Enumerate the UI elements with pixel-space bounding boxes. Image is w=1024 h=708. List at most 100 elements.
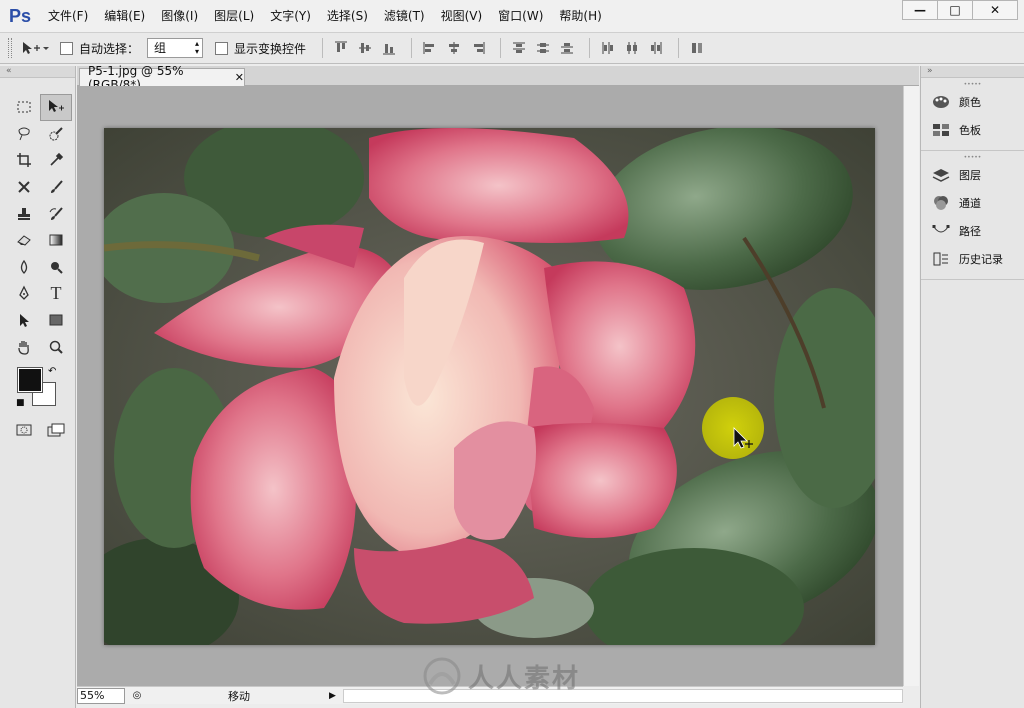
path-selection-icon[interactable] [8,307,40,334]
crop-icon[interactable] [8,147,40,174]
menu-type[interactable]: 文字(Y) [262,0,319,32]
panel-paths-label: 路径 [959,225,981,238]
separator [411,38,413,58]
distribute-bottom-icon[interactable] [557,38,577,58]
type-icon[interactable]: T [40,280,72,307]
panel-channels[interactable]: 通道 [921,189,1024,217]
color-palette-icon [931,93,951,111]
menu-window[interactable]: 窗口(W) [490,0,551,32]
menu-image[interactable]: 图像(I) [153,0,206,32]
panel-swatches[interactable]: 色板 [921,116,1024,144]
menu-file[interactable]: 文件(F) [40,0,96,32]
minimize-button[interactable]: — [902,0,938,20]
panel-history[interactable]: 历史记录 [921,245,1024,273]
menu-help[interactable]: 帮助(H) [551,0,609,32]
menu-layer[interactable]: 图层(L) [206,0,262,32]
quick-selection-icon[interactable] [40,121,72,148]
eraser-icon[interactable] [8,227,40,254]
align-vertical-centers-icon[interactable] [355,38,375,58]
move-icon[interactable] [40,94,72,121]
document-tab[interactable]: P5-1.jpg @ 55%(RGB/8*) ✕ [79,64,245,92]
blur-icon[interactable] [8,254,40,281]
align-horizontal-centers-icon[interactable] [444,38,464,58]
panel-channels-label: 通道 [959,197,981,210]
watermark-text: 人人素材 [468,663,581,694]
status-menu-arrow-icon[interactable]: ▶ [329,691,339,701]
panel-swatches-label: 色板 [959,124,981,137]
status-text: 移动 [228,689,250,703]
tools-panel-collapse-icon[interactable]: « [0,66,75,78]
distribute-top-icon[interactable] [509,38,529,58]
menu-bar: Ps 文件(F) 编辑(E) 图像(I) 图层(L) 文字(Y) 选择(S) 滤… [0,0,1024,32]
swatches-icon [931,121,951,139]
vertical-scrollbar[interactable] [903,86,919,686]
auto-select-dropdown[interactable]: 组 ▴ ▾ [147,38,204,58]
panel-layers-label: 图层 [959,169,981,182]
maximize-button[interactable]: □ [937,0,973,20]
color-swatches: ↶ ■ [16,366,60,412]
history-brush-icon[interactable] [40,200,72,227]
distribute-right-icon[interactable] [646,38,666,58]
align-left-edges-icon[interactable] [420,38,440,58]
document-image[interactable] [104,128,875,645]
menu-filter[interactable]: 滤镜(T) [376,0,433,32]
distribute-horizontal-centers-icon[interactable] [622,38,642,58]
options-bar-grip[interactable] [8,38,12,58]
pen-icon[interactable] [8,280,40,307]
separator [500,38,502,58]
mode-row [8,418,72,442]
hand-icon[interactable] [8,333,40,360]
status-info-icon[interactable]: ◎ [129,688,145,704]
move-tool-preset-icon [23,42,49,54]
brush-icon[interactable] [40,174,72,201]
separator [322,38,324,58]
window-controls: — □ ✕ [902,0,1018,20]
auto-select-checkbox[interactable] [60,41,73,55]
history-icon [931,250,951,268]
rectangle-shape-icon[interactable] [40,307,72,334]
canvas-area[interactable] [77,86,903,686]
swap-colors-icon[interactable]: ↶ [48,366,56,377]
show-transform-label: 显示变换控件 [234,41,307,56]
close-button[interactable]: ✕ [972,0,1018,20]
foreground-color-swatch[interactable] [17,367,43,393]
rectangular-marquee-icon[interactable] [8,94,40,121]
panel-color-label: 颜色 [959,96,981,109]
align-right-edges-icon[interactable] [468,38,488,58]
zoom-level-field[interactable]: 55% [77,687,125,704]
panel-dock: » ••••• 颜色 色板 ••••• 图层 通道 路径 历史记录 [920,66,1024,708]
screen-mode-icon[interactable] [40,418,72,442]
close-tab-icon[interactable]: ✕ [235,71,244,84]
auto-align-layers-icon[interactable] [687,38,707,58]
paths-icon [931,222,951,240]
tool-preset-picker[interactable] [20,40,50,56]
gradient-icon[interactable] [40,227,72,254]
align-bottom-edges-icon[interactable] [379,38,399,58]
menu-select[interactable]: 选择(S) [319,0,376,32]
distribute-left-icon[interactable] [598,38,618,58]
menu-view[interactable]: 视图(V) [433,0,491,32]
panel-group-layers: ••••• 图层 通道 路径 历史记录 [921,151,1024,280]
zoom-icon[interactable] [40,333,72,360]
quick-mask-icon[interactable] [8,418,40,442]
dodge-icon[interactable] [40,254,72,281]
eyedropper-icon[interactable] [40,147,72,174]
distribute-vertical-centers-icon[interactable] [533,38,553,58]
options-bar: 自动选择： 组 ▴ ▾ 显示变换控件 [0,32,1024,64]
auto-select-value: 组 [154,41,167,55]
align-top-edges-icon[interactable] [331,38,351,58]
menu-edit[interactable]: 编辑(E) [96,0,153,32]
panel-paths[interactable]: 路径 [921,217,1024,245]
watermark-logo-icon [423,657,461,695]
clone-stamp-icon[interactable] [8,200,40,227]
panel-dock-collapse-icon[interactable]: » [921,66,1024,78]
panel-group-color: ••••• 颜色 色板 [921,78,1024,151]
show-transform-checkbox[interactable] [215,41,229,55]
layers-icon [931,166,951,184]
panel-layers[interactable]: 图层 [921,161,1024,189]
panel-color[interactable]: 颜色 [921,88,1024,116]
tools-panel: « T ↶ ■ [0,66,76,708]
lasso-icon[interactable] [8,121,40,148]
spot-healing-icon[interactable] [8,174,40,201]
default-colors-icon[interactable]: ■ [16,398,25,408]
